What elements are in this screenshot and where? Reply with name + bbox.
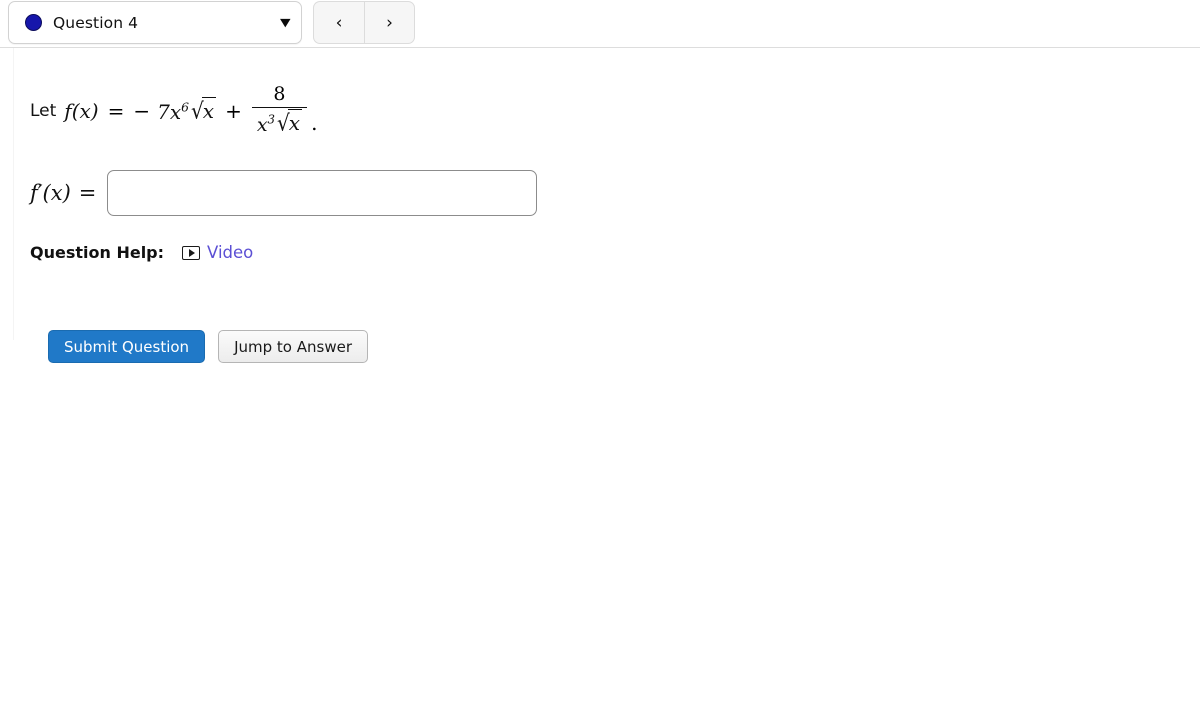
denominator-exponent: 3: [267, 112, 276, 127]
first-term-radical: √x: [190, 96, 217, 124]
question-panel: Let f(x) = − 7x6 √x + 8 x3 √x . f′(x) = Que…: [13, 48, 1200, 363]
previous-question-button[interactable]: ‹: [313, 1, 364, 44]
denominator-base: x: [256, 114, 268, 137]
plus-sign: +: [225, 98, 242, 123]
top-toolbar: Question 4 ▼ ‹ ›: [0, 0, 1200, 47]
denominator-radicand: x: [287, 109, 303, 136]
play-triangle-icon: [188, 248, 195, 257]
video-link-label: Video: [207, 243, 254, 262]
derivative-label: f′(x) =: [30, 181, 96, 205]
submit-question-button[interactable]: Submit Question: [48, 330, 206, 363]
first-term-exponent: 6: [181, 98, 190, 114]
answer-row: f′(x) =: [30, 170, 538, 216]
denominator-radical: √x: [276, 109, 303, 136]
function-name: f(x): [64, 98, 99, 123]
derivative-equals: =: [78, 181, 97, 205]
equals-sign: =: [107, 98, 125, 123]
minus-sign: −: [133, 98, 151, 123]
problem-statement: Let f(x) = − 7x6 √x + 8 x3 √x .: [30, 83, 318, 137]
question-help-label: Question Help:: [30, 243, 165, 262]
question-help-row: Question Help: Video: [30, 243, 253, 262]
fraction-term: 8 x3 √x: [251, 83, 308, 136]
question-nav-group: ‹ ›: [313, 1, 415, 44]
question-select-label: Question 4: [53, 13, 139, 32]
action-button-row: Submit Question Jump to Answer: [48, 330, 368, 363]
first-term: 7x6 √x: [157, 96, 217, 124]
first-term-coefficient: 7x: [157, 99, 182, 124]
first-term-radicand: x: [201, 96, 217, 123]
statement-period: .: [311, 111, 318, 136]
fraction-numerator: 8: [273, 83, 286, 105]
fraction-denominator: x3 √x: [252, 108, 307, 136]
chevron-down-icon[interactable]: ▼: [279, 17, 290, 28]
video-play-icon: [182, 245, 201, 260]
question-select-dropdown[interactable]: Question 4 ▼: [8, 1, 302, 44]
derivative-function: f′(x): [30, 181, 71, 205]
jump-to-answer-button[interactable]: Jump to Answer: [218, 330, 368, 363]
video-help-link[interactable]: Video: [182, 243, 253, 262]
question-status-dot: [25, 14, 42, 31]
next-question-button[interactable]: ›: [364, 1, 415, 44]
answer-input[interactable]: [107, 170, 538, 216]
statement-lead-word: Let: [30, 100, 57, 121]
